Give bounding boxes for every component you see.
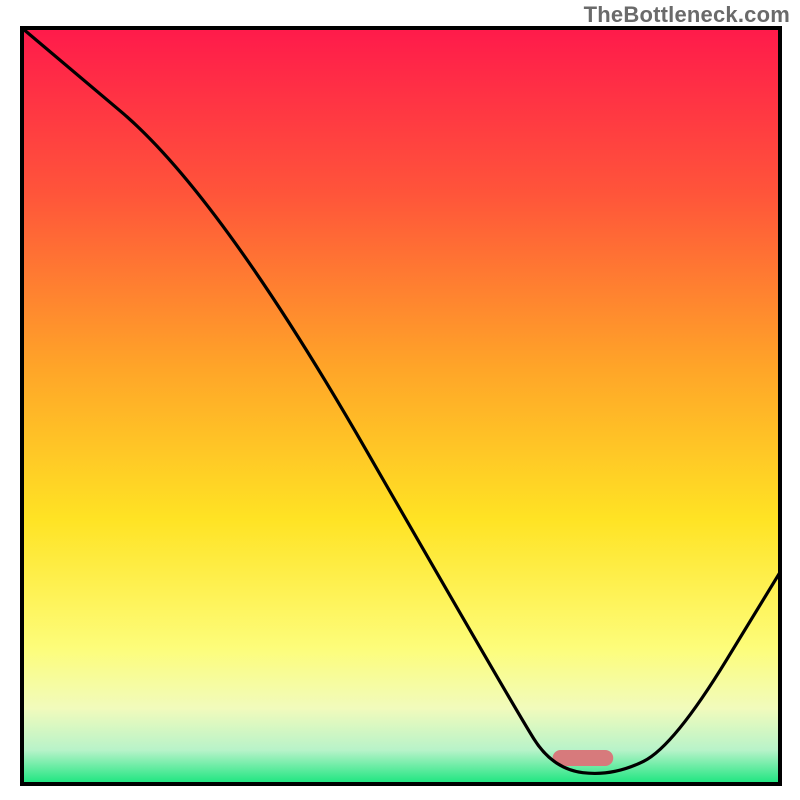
plot-background [22, 28, 780, 784]
chart-container: TheBottleneck.com [0, 0, 800, 800]
optimal-zone-marker [553, 750, 614, 766]
attribution-text: TheBottleneck.com [584, 2, 790, 28]
bottleneck-chart [0, 0, 800, 800]
